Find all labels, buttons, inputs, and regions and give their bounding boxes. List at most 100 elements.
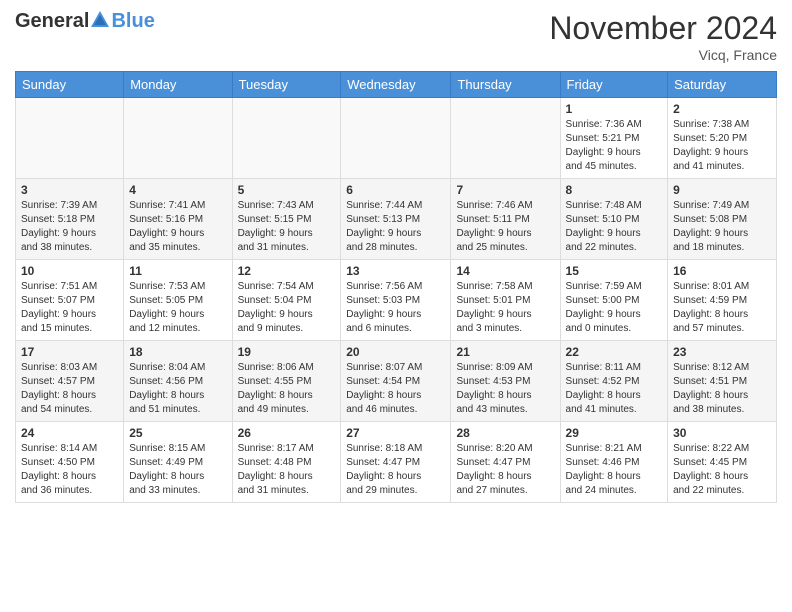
table-row: 26 Sunrise: 8:17 AM Sunset: 4:48 PM Dayli… — [232, 422, 341, 503]
day-number: 27 — [346, 426, 445, 440]
month-title: November 2024 — [549, 10, 777, 47]
header: General Blue November 2024 Vicq, France — [15, 10, 777, 63]
calendar-week-row: 17 Sunrise: 8:03 AM Sunset: 4:57 PM Dayli… — [16, 341, 777, 422]
day-info: Sunrise: 8:09 AM Sunset: 4:53 PM Dayligh… — [456, 361, 554, 417]
day-info: Sunrise: 8:03 AM Sunset: 4:57 PM Dayligh… — [21, 361, 118, 417]
logo: General Blue — [15, 10, 155, 33]
day-number: 4 — [129, 183, 226, 197]
table-row: 21Sunrise: 8:09 AM Sunset: 4:53 PM Dayli… — [451, 341, 560, 422]
calendar-header-row: Sunday Monday Tuesday Wednesday Thursday… — [16, 72, 777, 98]
day-number: 17 — [21, 345, 118, 359]
col-thursday: Thursday — [451, 72, 560, 98]
table-row: 11 Sunrise: 7:53 AM Sunset: 5:05 PM Dayli… — [124, 260, 232, 341]
day-number: 7 — [456, 183, 554, 197]
table-row: 16 Sunrise: 8:01 AM Sunset: 4:59 PM Dayli… — [668, 260, 777, 341]
day-info: Sunrise: 7:41 AM Sunset: 5:16 PM Dayligh… — [129, 199, 226, 255]
day-info: Sunrise: 7:51 AM Sunset: 5:07 PM Dayligh… — [21, 280, 118, 336]
table-row: 8Sunrise: 7:48 AM Sunset: 5:10 PM Daylig… — [560, 179, 668, 260]
day-info: Sunrise: 8:14 AM Sunset: 4:50 PM Dayligh… — [21, 442, 118, 498]
day-info: Sunrise: 7:53 AM Sunset: 5:05 PM Dayligh… — [129, 280, 226, 336]
table-row — [451, 98, 560, 179]
day-info: Sunrise: 8:06 AM Sunset: 4:55 PM Dayligh… — [238, 361, 336, 417]
day-info: Sunrise: 8:20 AM Sunset: 4:47 PM Dayligh… — [456, 442, 554, 498]
table-row — [341, 98, 451, 179]
day-number: 6 — [346, 183, 445, 197]
location: Vicq, France — [549, 47, 777, 63]
day-info: Sunrise: 7:46 AM Sunset: 5:11 PM Dayligh… — [456, 199, 554, 255]
table-row: 24Sunrise: 8:14 AM Sunset: 4:50 PM Dayli… — [16, 422, 124, 503]
day-number: 23 — [673, 345, 771, 359]
day-info: Sunrise: 7:36 AM Sunset: 5:21 PM Dayligh… — [566, 118, 663, 174]
day-number: 25 — [129, 426, 226, 440]
day-info: Sunrise: 7:49 AM Sunset: 5:08 PM Dayligh… — [673, 199, 771, 255]
day-number: 2 — [673, 102, 771, 116]
col-friday: Friday — [560, 72, 668, 98]
day-number: 26 — [238, 426, 336, 440]
day-number: 18 — [129, 345, 226, 359]
day-info: Sunrise: 8:01 AM Sunset: 4:59 PM Dayligh… — [673, 280, 771, 336]
table-row: 7 Sunrise: 7:46 AM Sunset: 5:11 PM Daylig… — [451, 179, 560, 260]
table-row: 5Sunrise: 7:43 AM Sunset: 5:15 PM Daylig… — [232, 179, 341, 260]
logo-general: General — [15, 10, 89, 33]
day-number: 13 — [346, 264, 445, 278]
day-info: Sunrise: 7:48 AM Sunset: 5:10 PM Dayligh… — [566, 199, 663, 255]
day-info: Sunrise: 7:56 AM Sunset: 5:03 PM Dayligh… — [346, 280, 445, 336]
table-row: 4 Sunrise: 7:41 AM Sunset: 5:16 PM Daylig… — [124, 179, 232, 260]
col-monday: Monday — [124, 72, 232, 98]
day-info: Sunrise: 8:17 AM Sunset: 4:48 PM Dayligh… — [238, 442, 336, 498]
table-row: 23 Sunrise: 8:12 AM Sunset: 4:51 PM Dayli… — [668, 341, 777, 422]
day-number: 11 — [129, 264, 226, 278]
table-row: 30 Sunrise: 8:22 AM Sunset: 4:45 PM Dayli… — [668, 422, 777, 503]
day-number: 10 — [21, 264, 118, 278]
table-row: 6Sunrise: 7:44 AM Sunset: 5:13 PM Daylig… — [341, 179, 451, 260]
calendar-week-row: 3Sunrise: 7:39 AM Sunset: 5:18 PM Daylig… — [16, 179, 777, 260]
day-number: 30 — [673, 426, 771, 440]
table-row: 28 Sunrise: 8:20 AM Sunset: 4:47 PM Dayli… — [451, 422, 560, 503]
table-row: 13 Sunrise: 7:56 AM Sunset: 5:03 PM Dayli… — [341, 260, 451, 341]
table-row: 1 Sunrise: 7:36 AM Sunset: 5:21 PM Daylig… — [560, 98, 668, 179]
day-info: Sunrise: 8:11 AM Sunset: 4:52 PM Dayligh… — [566, 361, 663, 417]
day-number: 19 — [238, 345, 336, 359]
table-row: 2 Sunrise: 7:38 AM Sunset: 5:20 PM Daylig… — [668, 98, 777, 179]
day-number: 14 — [456, 264, 554, 278]
table-row: 15Sunrise: 7:59 AM Sunset: 5:00 PM Dayli… — [560, 260, 668, 341]
table-row: 20Sunrise: 8:07 AM Sunset: 4:54 PM Dayli… — [341, 341, 451, 422]
day-number: 28 — [456, 426, 554, 440]
day-number: 9 — [673, 183, 771, 197]
col-tuesday: Tuesday — [232, 72, 341, 98]
col-sunday: Sunday — [16, 72, 124, 98]
day-info: Sunrise: 7:39 AM Sunset: 5:18 PM Dayligh… — [21, 199, 118, 255]
day-info: Sunrise: 8:21 AM Sunset: 4:46 PM Dayligh… — [566, 442, 663, 498]
table-row — [124, 98, 232, 179]
day-number: 16 — [673, 264, 771, 278]
table-row: 25Sunrise: 8:15 AM Sunset: 4:49 PM Dayli… — [124, 422, 232, 503]
day-info: Sunrise: 7:59 AM Sunset: 5:00 PM Dayligh… — [566, 280, 663, 336]
table-row: 19 Sunrise: 8:06 AM Sunset: 4:55 PM Dayli… — [232, 341, 341, 422]
day-info: Sunrise: 8:22 AM Sunset: 4:45 PM Dayligh… — [673, 442, 771, 498]
day-number: 22 — [566, 345, 663, 359]
col-saturday: Saturday — [668, 72, 777, 98]
table-row: 12Sunrise: 7:54 AM Sunset: 5:04 PM Dayli… — [232, 260, 341, 341]
day-number: 29 — [566, 426, 663, 440]
logo-icon — [89, 9, 111, 31]
table-row — [16, 98, 124, 179]
table-row: 9 Sunrise: 7:49 AM Sunset: 5:08 PM Daylig… — [668, 179, 777, 260]
day-number: 20 — [346, 345, 445, 359]
table-row: 18Sunrise: 8:04 AM Sunset: 4:56 PM Dayli… — [124, 341, 232, 422]
day-info: Sunrise: 7:38 AM Sunset: 5:20 PM Dayligh… — [673, 118, 771, 174]
table-row: 10 Sunrise: 7:51 AM Sunset: 5:07 PM Dayli… — [16, 260, 124, 341]
day-number: 5 — [238, 183, 336, 197]
table-row: 29 Sunrise: 8:21 AM Sunset: 4:46 PM Dayli… — [560, 422, 668, 503]
day-info: Sunrise: 7:54 AM Sunset: 5:04 PM Dayligh… — [238, 280, 336, 336]
calendar-table: Sunday Monday Tuesday Wednesday Thursday… — [15, 71, 777, 503]
table-row: 14 Sunrise: 7:58 AM Sunset: 5:01 PM Dayli… — [451, 260, 560, 341]
day-number: 1 — [566, 102, 663, 116]
day-info: Sunrise: 7:58 AM Sunset: 5:01 PM Dayligh… — [456, 280, 554, 336]
page-container: General Blue November 2024 Vicq, France … — [0, 0, 792, 508]
table-row — [232, 98, 341, 179]
table-row: 17 Sunrise: 8:03 AM Sunset: 4:57 PM Dayli… — [16, 341, 124, 422]
day-info: Sunrise: 8:12 AM Sunset: 4:51 PM Dayligh… — [673, 361, 771, 417]
table-row: 27 Sunrise: 8:18 AM Sunset: 4:47 PM Dayli… — [341, 422, 451, 503]
day-info: Sunrise: 8:18 AM Sunset: 4:47 PM Dayligh… — [346, 442, 445, 498]
table-row: 22 Sunrise: 8:11 AM Sunset: 4:52 PM Dayli… — [560, 341, 668, 422]
